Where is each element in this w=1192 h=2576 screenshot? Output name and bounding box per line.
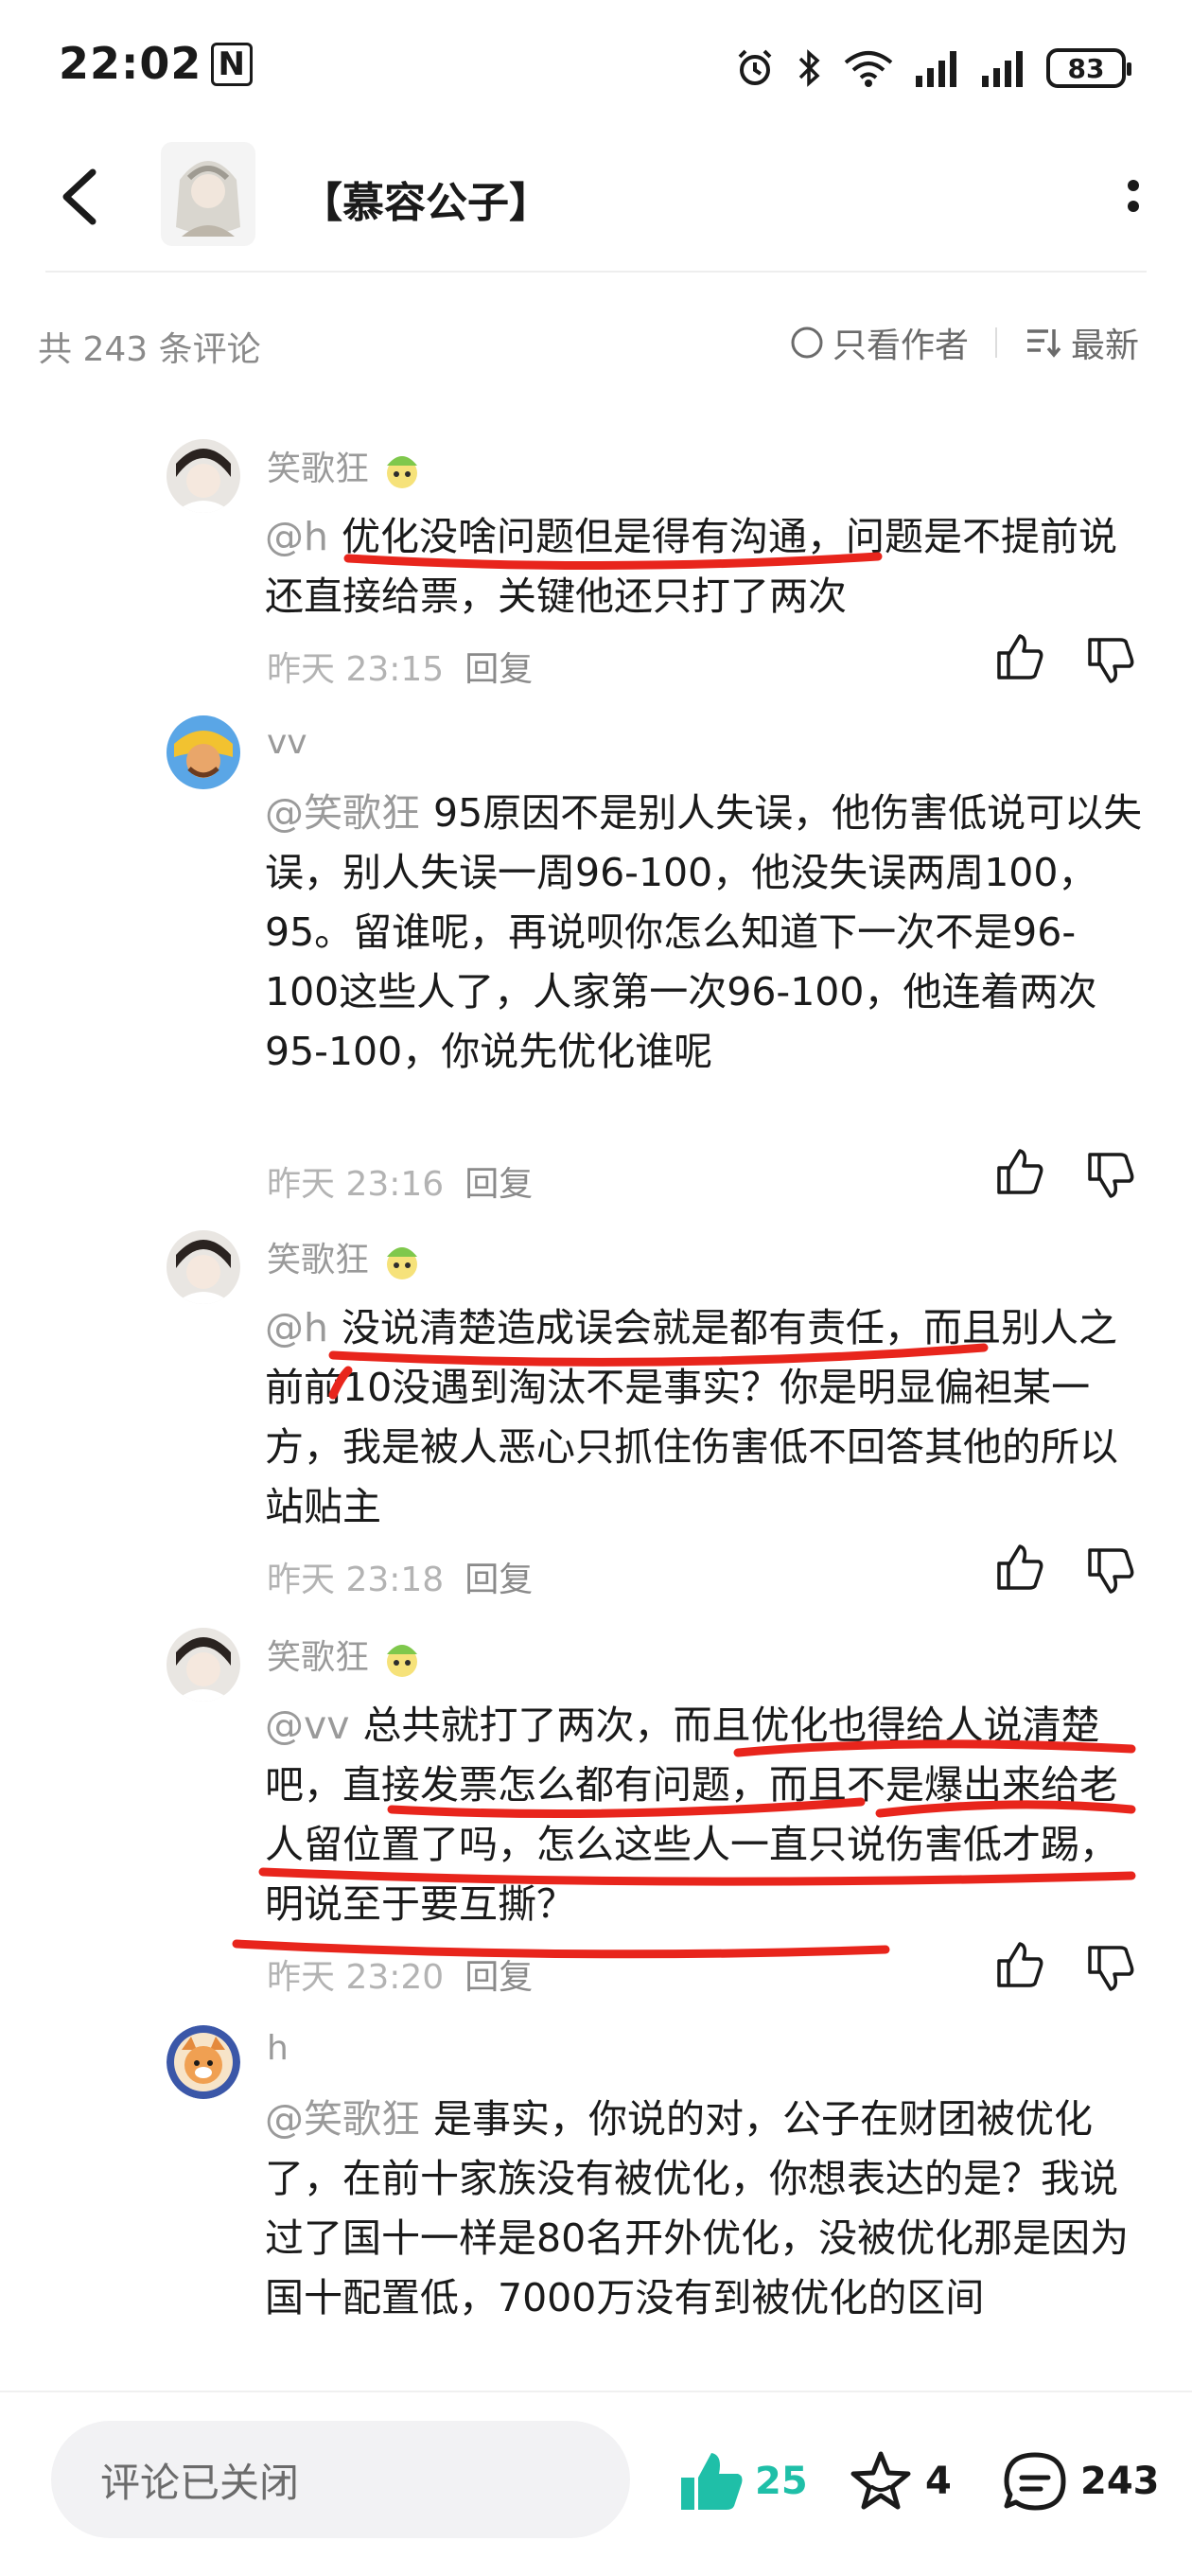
user-avatar[interactable] [167,2025,240,2099]
comment-username[interactable]: 笑歌狂 [267,441,424,492]
favorite-button[interactable]: 4 [848,2449,952,2514]
thumbs-up-filled-icon [681,2453,743,2510]
radio-circle-icon [791,326,823,359]
thumbs-down-icon[interactable] [1084,1149,1137,1202]
comment-time: 昨天 23:16 [267,1165,445,1204]
comment-count: 243 [1080,2460,1160,2503]
header-divider [45,271,1147,273]
comment-time: 昨天 23:18 [267,1561,445,1599]
thumbs-down-icon[interactable] [1084,1544,1137,1597]
reply-button[interactable]: 回复 [465,1165,533,1204]
user-avatar[interactable] [167,1628,240,1702]
comment-meta: 昨天 23:15 回复 [267,642,533,691]
mention-link[interactable]: @h [265,514,328,559]
author-only-label: 只看作者 [832,326,969,365]
bluetooth-icon [798,49,820,87]
star-icon [850,2451,911,2510]
author-avatar[interactable] [161,142,255,246]
comment-text: @h 优化没啥问题但是得有沟通，问题是不提前说还直接给票，关键他还只打了两次 [265,514,1117,619]
nfc-icon: N [211,43,253,86]
level-badge-icon [387,1247,418,1279]
favorite-count: 4 [925,2460,952,2503]
status-icons: 83 [734,44,1131,93]
filter-separator [994,327,997,358]
user-avatar[interactable] [167,715,240,789]
mention-link[interactable]: @h [265,1305,328,1350]
comment-bubble-icon [1004,2452,1066,2511]
mention-link[interactable]: @笑歌狂 [265,790,420,836]
author-only-toggle[interactable]: 只看作者 [789,318,969,367]
thumbs-down-icon[interactable] [1084,634,1137,687]
mention-link[interactable]: @vv [265,1703,350,1748]
thumbs-down-icon[interactable] [1084,1942,1137,1995]
thumbs-up-icon[interactable] [993,1541,1046,1594]
battery-icon: 83 [1046,48,1131,88]
comment-count-label: 共 243 条评论 [38,330,261,369]
mention-link[interactable]: @笑歌狂 [265,2096,420,2142]
alarm-icon [738,49,772,85]
comment-closed-label: 评论已关闭 [100,2459,300,2506]
reply-button[interactable]: 回复 [465,650,533,689]
comment-meta: 昨天 23:18 回复 [267,1552,533,1601]
thumbs-up-icon[interactable] [993,630,1046,683]
comments-button[interactable]: 243 [1001,2449,1160,2514]
like-button[interactable]: 25 [677,2449,808,2514]
thumbs-up-icon[interactable] [993,1938,1046,1991]
comment-username[interactable]: 笑歌狂 [267,1232,424,1283]
wifi-icon [844,51,893,87]
user-avatar[interactable] [167,439,240,513]
like-count: 25 [755,2460,808,2503]
comment-time: 昨天 23:20 [267,1958,445,1997]
comment-text: @笑歌狂 是事实，你说的对，公子在财团被优化了，在前十家族没有被优化，你想表达的是… [265,2096,1130,2320]
status-time: 22:02 N [59,38,253,89]
comment-text: @h 没说清楚造成误会就是都有责任，而且别人之前前10没遇到淘汰不是事实？你是明显… [265,1305,1118,1529]
reply-button[interactable]: 回复 [465,1958,533,1997]
thumbs-up-icon[interactable] [993,1145,1046,1198]
signal-icon-2 [982,51,1023,87]
comment-username[interactable]: 笑歌狂 [267,1630,424,1681]
comment-text: @笑歌狂 95原因不是别人失误，他伤害低说可以失误，别人失误一周96-100，他没… [265,790,1143,1074]
comment-meta: 昨天 23:20 回复 [267,1950,533,1999]
comment-username[interactable]: vv [267,723,307,762]
comment-input-closed[interactable]: 评论已关闭 [51,2421,630,2538]
sort-label: 最新 [1070,326,1139,365]
sort-icon [1026,329,1061,358]
reply-button[interactable]: 回复 [465,1561,533,1599]
comment-username[interactable]: h [267,2029,289,2068]
page-title: 【慕容公子】 [301,179,551,227]
sort-toggle[interactable]: 最新 [1024,318,1139,367]
signal-icon-1 [916,51,956,87]
comment-time: 昨天 23:15 [267,650,445,689]
level-badge-icon [387,456,418,488]
user-avatar[interactable] [167,1230,240,1304]
back-arrow-icon[interactable] [57,167,104,227]
bottom-bar: 评论已关闭 25 4 243 [0,2391,1192,2576]
more-options-icon[interactable] [1124,176,1143,223]
comment-text: @vv 总共就打了两次，而且优化也得给人说清楚吧，直接发票怎么都有问题，而且不是爆… [265,1703,1118,1927]
level-badge-icon [387,1645,418,1677]
filter-controls: 只看作者 最新 [789,318,1139,367]
comment-meta: 昨天 23:16 回复 [267,1156,533,1206]
